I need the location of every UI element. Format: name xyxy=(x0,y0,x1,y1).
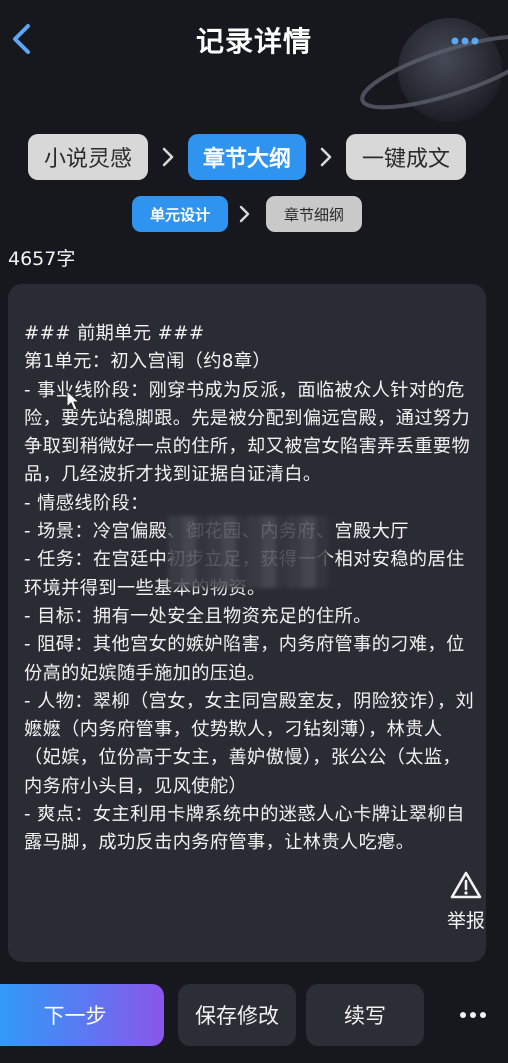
outline-content-card[interactable]: ### 前期单元 ### 第1单元：初入宫闱（约8章） - 事业线阶段：刚穿书成… xyxy=(8,284,486,962)
mouse-pointer-icon xyxy=(66,390,81,411)
page-title: 记录详情 xyxy=(195,25,312,58)
step-novel-inspiration[interactable]: 小说灵感 xyxy=(28,134,148,180)
chevron-right-icon xyxy=(320,147,332,167)
word-count: 4657字 xyxy=(8,248,76,270)
more-dots-icon[interactable] xyxy=(458,1010,488,1020)
outline-text[interactable]: ### 前期单元 ### 第1单元：初入宫闱（约8章） - 事业线阶段：刚穿书成… xyxy=(24,320,476,858)
step-navigation: 小说灵感 章节大纲 一键成文 xyxy=(0,134,508,182)
more-dots-icon[interactable] xyxy=(450,36,480,46)
save-changes-button[interactable]: 保存修改 xyxy=(178,984,296,1046)
blurred-region xyxy=(168,516,328,588)
header: 记录详情 xyxy=(0,0,508,122)
continue-writing-button[interactable]: 续写 xyxy=(306,984,424,1046)
tab-unit-design[interactable]: 单元设计 xyxy=(132,196,228,232)
bottom-action-bar: 下一步 保存修改 续写 xyxy=(0,984,508,1046)
tab-chapter-details[interactable]: 章节细纲 xyxy=(266,196,362,232)
next-step-button[interactable]: 下一步 xyxy=(0,984,164,1046)
chevron-right-icon xyxy=(239,205,250,223)
report-button[interactable]: 举报 xyxy=(438,870,494,932)
warning-triangle-icon xyxy=(450,871,482,899)
step-one-click-write[interactable]: 一键成文 xyxy=(346,134,466,180)
step-chapter-outline[interactable]: 章节大纲 xyxy=(188,134,306,180)
report-label: 举报 xyxy=(446,910,485,932)
chevron-right-icon xyxy=(162,147,174,167)
